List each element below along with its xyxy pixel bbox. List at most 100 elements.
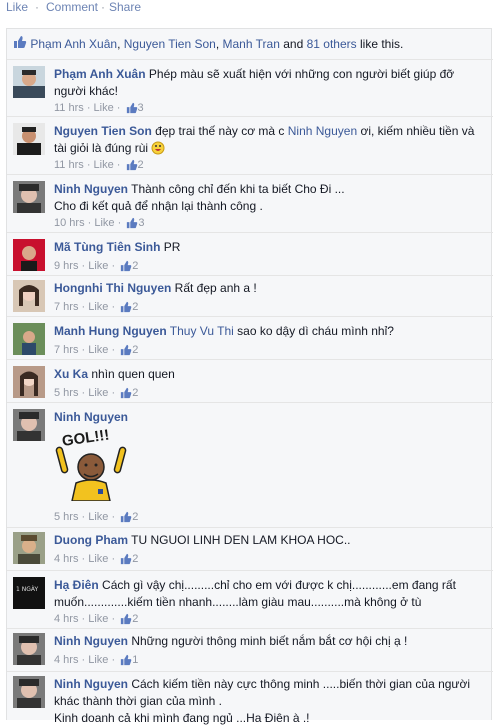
comment-text: Cách gì vậy chị.........chỉ cho em với đ… xyxy=(54,578,456,609)
comment-text: Những người thông minh biết nắm bắt cơ h… xyxy=(131,634,408,648)
comment-like-link[interactable]: Like xyxy=(88,301,108,313)
and-text: and xyxy=(283,37,304,51)
commenter-name-link[interactable]: Ninh Nguyen xyxy=(54,634,128,648)
thumbs-up-icon xyxy=(120,511,132,528)
comment-meta: 4 hrs · Like · 2 xyxy=(54,611,138,627)
comment-time[interactable]: 9 hrs xyxy=(54,260,78,272)
separator-dot: · xyxy=(101,0,105,14)
comment-like-count[interactable]: 2 xyxy=(132,387,138,399)
laughing-emoji-icon xyxy=(151,141,165,160)
avatar[interactable] xyxy=(13,676,45,708)
avatar[interactable]: 1 NGÀY xyxy=(13,577,45,609)
commenter-name-link[interactable]: Phạm Anh Xuân xyxy=(54,67,146,81)
comment-text: nhìn quen quen xyxy=(91,367,175,381)
comment-like-link[interactable]: Like xyxy=(94,102,114,114)
comment-like-count[interactable]: 2 xyxy=(132,613,138,625)
comment-time[interactable]: 11 hrs xyxy=(54,159,84,171)
avatar[interactable] xyxy=(13,123,45,155)
comment-time[interactable]: 5 hrs xyxy=(54,387,78,399)
comment-meta: 5 hrs · Like · 2 xyxy=(54,509,138,525)
goal-sticker-image: GOL!!! xyxy=(54,427,128,502)
avatar[interactable] xyxy=(13,66,45,98)
commenter-name-link[interactable]: Manh Hung Nguyen xyxy=(54,324,167,338)
avatar[interactable] xyxy=(13,239,45,271)
comma: , xyxy=(117,37,121,51)
comment-like-link[interactable]: Like xyxy=(88,387,108,399)
avatar[interactable] xyxy=(13,532,45,564)
mention-link[interactable]: Ninh Nguyen xyxy=(288,124,357,138)
comment-time[interactable]: 4 hrs xyxy=(54,613,78,625)
like-this-text: like this. xyxy=(360,37,404,51)
comment-body: Ninh Nguyen Thành công chỉ đến khi ta bi… xyxy=(54,181,485,215)
comment-like-count[interactable]: 2 xyxy=(138,159,144,171)
commenter-name-link[interactable]: Ninh Nguyen xyxy=(54,182,128,196)
like-post-link[interactable]: Like xyxy=(6,0,28,15)
thumbs-up-icon xyxy=(120,654,132,671)
comment-item: Ninh Nguyen Những người thông minh biết … xyxy=(7,628,493,671)
avatar[interactable] xyxy=(13,280,45,312)
liker-name-link[interactable]: Manh Tran xyxy=(223,37,280,51)
comment-time[interactable]: 4 hrs xyxy=(54,654,78,666)
comment-like-link[interactable]: Like xyxy=(88,553,108,565)
comment-time[interactable]: 7 hrs xyxy=(54,301,78,313)
comment-like-count[interactable]: 1 xyxy=(132,654,138,666)
comment-body: Duong Pham TU NGUOI LINH DEN LAM KHOA HO… xyxy=(54,532,485,549)
comment-post-link[interactable]: Comment xyxy=(46,0,98,15)
comment-text: đẹp trai thế này cơ mà c xyxy=(155,124,285,138)
avatar[interactable] xyxy=(13,181,45,213)
comment-like-link[interactable]: Like xyxy=(88,511,108,523)
comment-like-link[interactable]: Like xyxy=(88,344,108,356)
comment-item: Nguyen Tien Son đẹp trai thế này cơ mà c… xyxy=(7,116,493,174)
comment-like-count[interactable]: 3 xyxy=(138,217,144,229)
comment-like-count[interactable]: 2 xyxy=(132,344,138,356)
commenter-name-link[interactable]: Nguyen Tien Son xyxy=(54,124,152,138)
comment-like-link[interactable]: Like xyxy=(88,654,108,666)
commenter-name-link[interactable]: Mã Tùng Tiên Sinh xyxy=(54,240,160,254)
comment-meta: 4 hrs · Like · 2 xyxy=(54,551,138,567)
comment-item: Xu Ka nhìn quen quen 5 hrs · Like · 2 xyxy=(7,359,493,402)
comment-like-count[interactable]: 2 xyxy=(132,301,138,313)
commenter-name-link[interactable]: Duong Pham xyxy=(54,533,128,547)
commenter-name-link[interactable]: Hạ Điên xyxy=(54,578,99,592)
comment-time[interactable]: 4 hrs xyxy=(54,553,78,565)
comment-item: Manh Hung Nguyen Thuy Vu Thi sao ko dậy … xyxy=(7,316,493,359)
avatar[interactable] xyxy=(13,366,45,398)
avatar[interactable] xyxy=(13,633,45,665)
comment-time[interactable]: 7 hrs xyxy=(54,344,78,356)
commenter-name-link[interactable]: Ninh Nguyen xyxy=(54,677,128,691)
comment-like-link[interactable]: Like xyxy=(94,217,114,229)
comment-meta: 10 hrs · Like · 3 xyxy=(54,215,144,231)
comment-like-count[interactable]: 2 xyxy=(132,553,138,565)
comment-item: Ninh Nguyen GOL!!! 5 hrs · Like · 2 xyxy=(7,402,493,527)
comment-body: Phạm Anh Xuân Phép màu sẽ xuất hiện với … xyxy=(54,66,485,100)
commenter-name-link[interactable]: Hongnhi Thi Nguyen xyxy=(54,281,171,295)
liker-name-link[interactable]: Phạm Anh Xuân xyxy=(30,37,117,51)
thumbs-up-icon xyxy=(120,553,132,570)
share-post-link[interactable]: Share xyxy=(109,0,141,15)
comment-like-link[interactable]: Like xyxy=(88,613,108,625)
avatar-caption: 1 NGÀY xyxy=(16,586,39,593)
commenter-name-link[interactable]: Ninh Nguyen xyxy=(54,410,128,424)
comment-like-count[interactable]: 2 xyxy=(132,511,138,523)
comment-like-count[interactable]: 2 xyxy=(132,260,138,272)
comma: , xyxy=(215,37,220,51)
comment-like-link[interactable]: Like xyxy=(94,159,114,171)
comment-like-link[interactable]: Like xyxy=(88,260,108,272)
comments-panel: Phạm Anh Xuân, Nguyen Tien Son, Manh Tra… xyxy=(6,28,493,725)
liker-name-link[interactable]: Nguyen Tien Son xyxy=(124,37,216,51)
comment-time[interactable]: 5 hrs xyxy=(54,511,78,523)
commenter-name-link[interactable]: Xu Ka xyxy=(54,367,88,381)
comment-time[interactable]: 10 hrs xyxy=(54,217,85,229)
comment-item: Ninh Nguyen Cách kiếm tiền này cực thông… xyxy=(7,671,493,725)
comment-body: Ninh Nguyen xyxy=(54,409,485,426)
comment-text: TU NGUOI LINH DEN LAM KHOA HOC.. xyxy=(131,533,351,547)
comment-like-count[interactable]: 3 xyxy=(138,102,144,114)
mention-link[interactable]: Thuy Vu Thi xyxy=(170,324,234,338)
comment-item: Ninh Nguyen Thành công chỉ đến khi ta bi… xyxy=(7,174,493,232)
comment-item: Hongnhi Thi Nguyen Rất đẹp anh a ! 7 hrs… xyxy=(7,275,493,315)
avatar[interactable] xyxy=(13,323,45,355)
comment-time[interactable]: 11 hrs xyxy=(54,102,84,114)
avatar[interactable] xyxy=(13,409,45,441)
comment-text: Cho đi kết quả để nhận lại thành công . xyxy=(54,199,263,213)
others-link[interactable]: 81 others xyxy=(307,37,357,51)
